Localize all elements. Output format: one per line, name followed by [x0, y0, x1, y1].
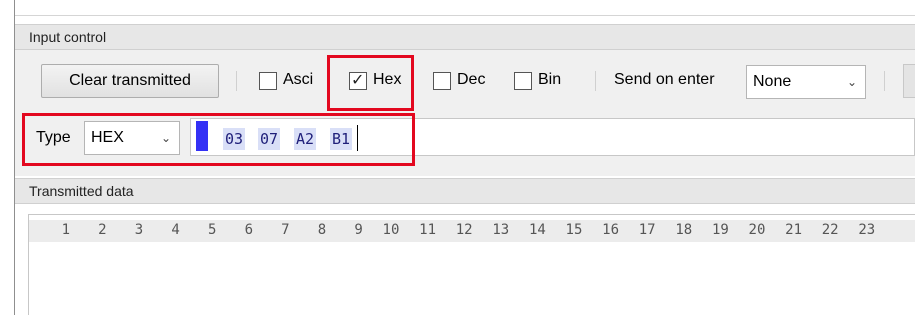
chevron-down-icon: ⌄ — [846, 75, 857, 89]
column-number: 20 — [748, 222, 766, 238]
column-number: 15 — [565, 222, 583, 238]
ascii-label: Ascii — [283, 71, 313, 88]
column-number: 17 — [638, 222, 656, 238]
column-number: 14 — [528, 222, 546, 238]
column-number: 18 — [675, 222, 693, 238]
bin-label: Bin — [538, 71, 562, 88]
partial-button[interactable] — [903, 64, 915, 98]
column-number: 8 — [317, 222, 327, 238]
column-number: 19 — [711, 222, 729, 238]
send-on-enter-value: None — [753, 73, 792, 90]
dec-checkbox[interactable] — [433, 72, 451, 90]
input-control-title: Input control — [29, 29, 107, 45]
dec-label: Dec — [457, 71, 486, 88]
hex-highlight-box — [327, 55, 414, 111]
column-number: 6 — [244, 222, 253, 238]
column-number: 23 — [858, 222, 876, 238]
column-number: 10 — [382, 222, 400, 238]
column-number: 7 — [281, 222, 290, 238]
toolbar-separator — [236, 71, 237, 91]
send-on-enter-select[interactable]: None ⌄ — [746, 65, 866, 99]
bin-checkbox[interactable] — [514, 72, 532, 90]
column-number: 11 — [419, 222, 436, 238]
type-input-highlight-box — [22, 113, 415, 166]
column-number: 9 — [354, 222, 363, 238]
toolbar-separator — [595, 71, 596, 91]
column-number: 13 — [492, 222, 510, 238]
transmitted-data-title: Transmitted data — [29, 183, 134, 199]
column-number-row: 1 2 3 4 5 6 7 8 9 10 11 12 13 14 15 16 17 18 19 20 21 22 23 — [29, 220, 915, 242]
column-number: 1 — [61, 222, 70, 238]
send-on-enter-label: Send on enter — [614, 71, 715, 88]
ascii-checkbox[interactable] — [259, 72, 277, 90]
column-number: 12 — [455, 222, 473, 238]
column-number: 4 — [171, 222, 180, 238]
column-number: 16 — [602, 222, 619, 238]
transmitted-data-header: Transmitted data — [15, 178, 915, 204]
column-number: 3 — [134, 222, 144, 238]
toolbar-separator — [884, 71, 885, 91]
column-number: 2 — [98, 222, 107, 238]
top-panel — [15, 0, 915, 16]
column-number: 21 — [785, 222, 802, 238]
column-number: 5 — [207, 222, 217, 238]
column-number: 22 — [821, 222, 839, 238]
clear-transmitted-button[interactable]: Clear transmitted — [41, 64, 219, 98]
input-control-header: Input control — [15, 24, 915, 50]
